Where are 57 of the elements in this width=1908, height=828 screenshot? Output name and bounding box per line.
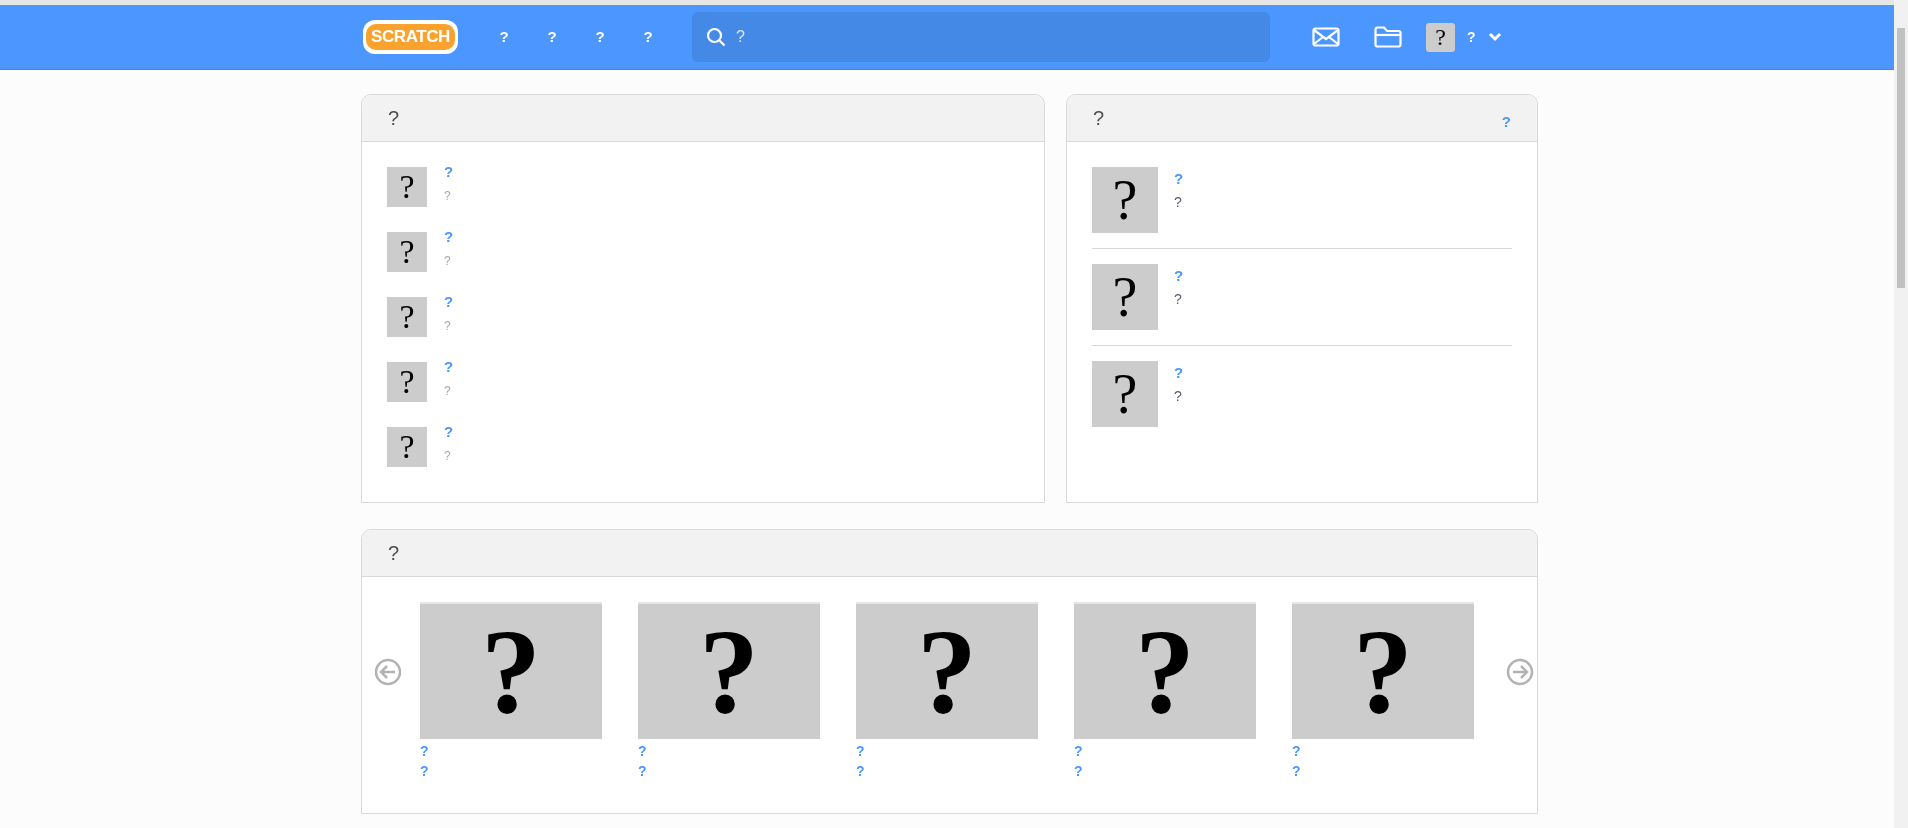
news-title[interactable]: ? [1174,266,1184,286]
panel-title: ? [388,541,400,566]
panel-title: ? [388,106,400,131]
news-thumbnail[interactable]: ? [1092,264,1158,330]
news-detail: ? [1174,193,1183,211]
news-detail: ? [1174,387,1183,405]
mail-icon[interactable] [1312,27,1340,47]
username[interactable]: ? [1467,26,1476,48]
news-title[interactable]: ? [1174,169,1184,189]
activity-thumbnail[interactable]: ? [387,297,427,337]
activity-thumbnail[interactable]: ? [387,362,427,402]
scrollbar-thumb[interactable] [1897,28,1905,288]
activity-title[interactable]: ? [444,357,454,377]
nav-link[interactable]: ? [528,25,576,49]
project-title[interactable]: ? [1292,741,1301,761]
news-detail: ? [1174,290,1183,308]
project-author[interactable]: ? [420,761,429,781]
project-title[interactable]: ? [856,741,865,761]
project-author[interactable]: ? [638,761,647,781]
activity-title[interactable]: ? [444,227,454,247]
project-author[interactable]: ? [856,761,865,781]
news-thumbnail[interactable]: ? [1092,167,1158,233]
news-thumbnail[interactable]: ? [1092,361,1158,427]
project-thumbnail[interactable]: ? [1074,602,1256,739]
project-thumbnail[interactable]: ? [638,602,820,739]
user-avatar[interactable]: ? [1426,22,1455,52]
panel-title: ? [1093,106,1105,131]
activity-detail: ? [444,448,452,464]
activity-detail: ? [444,383,452,399]
search-field[interactable]: ? [692,12,1270,62]
activity-title[interactable]: ? [444,162,454,182]
news-title[interactable]: ? [1174,363,1184,383]
search-icon [706,27,726,47]
activity-title[interactable]: ? [444,422,454,442]
project-thumbnail[interactable]: ? [856,602,1038,739]
activity-detail: ? [444,318,452,334]
project-thumbnail[interactable]: ? [420,602,602,739]
view-all-link[interactable]: ? [1501,110,1511,134]
activity-thumbnail[interactable]: ? [387,232,427,272]
scrollbar[interactable] [1894,0,1908,828]
project-author[interactable]: ? [1292,761,1301,781]
activity-detail: ? [444,253,452,269]
project-author[interactable]: ? [1074,761,1083,781]
nav-link[interactable]: ? [480,25,528,49]
project-thumbnail[interactable]: ? [1292,602,1474,739]
folder-icon[interactable] [1374,26,1402,48]
nav-link[interactable]: ? [576,25,624,49]
activity-thumbnail[interactable]: ? [387,427,427,467]
activity-thumbnail[interactable]: ? [387,167,427,207]
project-title[interactable]: ? [420,741,429,761]
activity-title[interactable]: ? [444,292,454,312]
scratch-logo[interactable]: SCRATCH [363,20,458,54]
project-title[interactable]: ? [1074,741,1083,761]
activity-detail: ? [444,188,452,204]
nav-link[interactable]: ? [624,25,672,49]
project-title[interactable]: ? [638,741,647,761]
chevron-down-icon[interactable] [1487,32,1502,42]
